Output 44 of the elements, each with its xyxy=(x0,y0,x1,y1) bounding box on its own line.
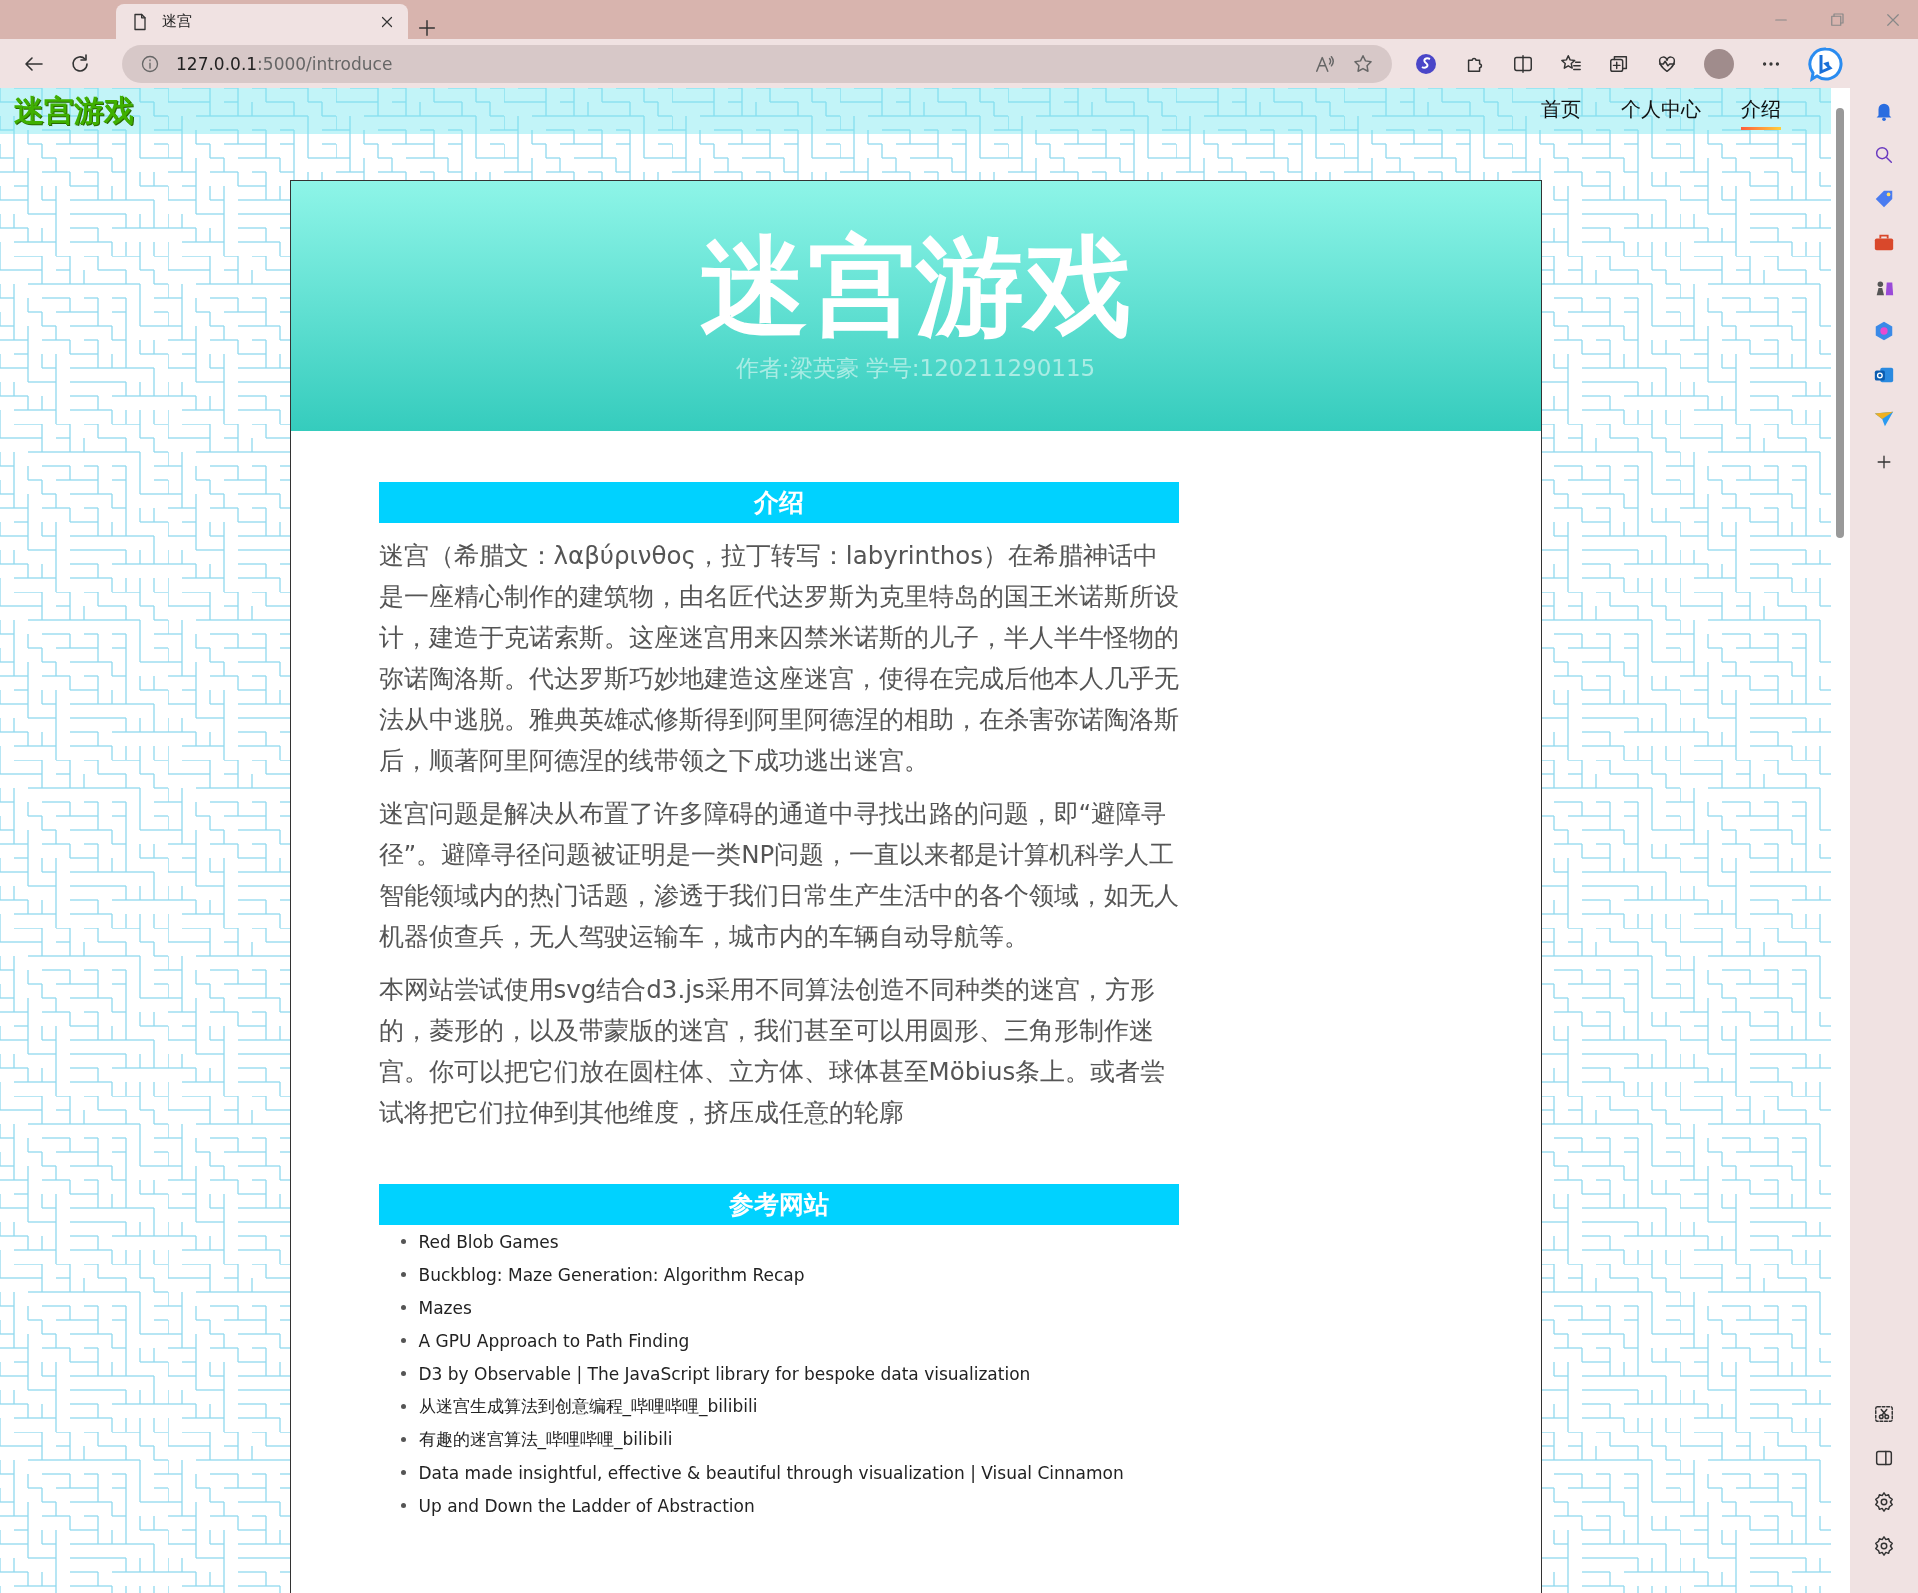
scrollbar-thumb[interactable] xyxy=(1836,108,1844,538)
reference-link[interactable]: 从迷宫生成算法到创意编程_哔哩哔哩_bilibili xyxy=(418,1395,758,1418)
reference-link[interactable]: Up and Down the Ladder of Abstraction xyxy=(418,1495,755,1516)
bullet-icon xyxy=(400,1470,406,1475)
reference-link[interactable]: 有趣的迷宫算法_哔哩哔哩_bilibili xyxy=(418,1428,673,1451)
swirl-icon[interactable] xyxy=(1414,51,1438,76)
hexagon-icon[interactable] xyxy=(1873,320,1895,342)
info-icon[interactable] xyxy=(140,53,160,74)
reference-link[interactable]: Red Blob Games xyxy=(418,1231,559,1252)
paragraph: 本网站尝试使用svg结合d3.js采用不同算法创造不同种类的迷宫，方形的，菱形的，以及带蒙版的迷宫，我们甚至可以用圆形、三角形制作迷宫。你可以把它们放在圆柱体、立方体、球体甚至Möbius条上。或者尝试将把它们拉伸到其他维度，挤压成任意的轮廓 xyxy=(378,974,1167,1129)
bullet-icon xyxy=(400,1305,406,1310)
reference-link[interactable]: D3 by Observable | The JavaScript library for bespoke data visualization xyxy=(418,1363,1031,1384)
bullet-icon xyxy=(400,1239,406,1244)
screenshot-icon[interactable] xyxy=(1873,1403,1895,1425)
star-icon[interactable] xyxy=(1352,52,1374,75)
address-bar[interactable]: 127.0.0.1:5000/introduce xyxy=(122,44,1392,83)
bullet-icon xyxy=(400,1437,406,1442)
page-title: 迷宫游戏 xyxy=(699,228,1132,347)
settings-icon[interactable] xyxy=(1873,1491,1895,1513)
reference-link[interactable]: Data made insightful, effective & beautiful through visualization | Visual Cinnamon xyxy=(418,1462,1124,1483)
split-screen-icon[interactable] xyxy=(1512,52,1534,75)
bullet-icon xyxy=(400,1503,406,1508)
author-line: 作者:梁英豪 学号:120211290115 xyxy=(735,353,1096,383)
chat-bubble-icon[interactable] xyxy=(1808,45,1844,82)
nav-link[interactable]: 介绍 xyxy=(1741,92,1781,130)
paragraph: 迷宫问题是解决从布置了许多障碍的通道中寻找出路的问题，即“避障寻径”。避障寻径问题被证明是一类NP问题，一直以来都是计算机科学人工智能领域内的热门话题，渗透于我们日常生产生活中的各个领域，如无人机器侦查兵，无人驾驶运输车，城市内的车辆自动导航等。 xyxy=(378,798,1179,953)
reference-link[interactable]: A GPU Approach to Path Finding xyxy=(418,1330,690,1351)
nav-link[interactable]: 个人中心 xyxy=(1621,92,1701,130)
bullet-icon xyxy=(400,1404,406,1409)
section-heading: 参考网站 xyxy=(378,1184,1179,1225)
section-heading: 介绍 xyxy=(378,482,1179,523)
nav-link[interactable]: 首页 xyxy=(1541,92,1581,130)
search-icon[interactable] xyxy=(1873,144,1895,166)
tag-icon[interactable] xyxy=(1873,188,1895,210)
bullet-icon xyxy=(400,1272,406,1277)
bullet-icon xyxy=(400,1371,406,1376)
paragraph: 迷宫（希腊文：λαβύρινθος，拉丁转写：labyrinthos）在希腊神话中是一座精心制作的建筑物，由名匠代达罗斯为克里特岛的国王米诺斯所设计，建造于克诺索斯。这座迷宫用来囚禁米诺斯的儿子，半人半牛怪物的弥诺陶洛斯。代达罗斯巧妙地建造这座迷宫，使得在完成后他本人几乎无法从中逃脱。雅典英雄忒修斯得到阿里阿德涅的相助，在杀害弥诺陶洛斯后，顺著阿里阿德涅的线带领之下成功逃出迷宫。 xyxy=(378,540,1179,777)
scrollbar[interactable] xyxy=(1831,88,1850,1593)
browser-tab[interactable]: 迷宫 xyxy=(116,4,408,39)
reference-link[interactable]: Buckblog: Maze Generation: Algorithm Recap xyxy=(418,1264,805,1285)
settings-icon[interactable] xyxy=(1873,1535,1895,1557)
bullet-icon xyxy=(400,1338,406,1343)
reference-link[interactable]: Mazes xyxy=(418,1297,472,1318)
new-tab-icon[interactable] xyxy=(416,17,438,39)
